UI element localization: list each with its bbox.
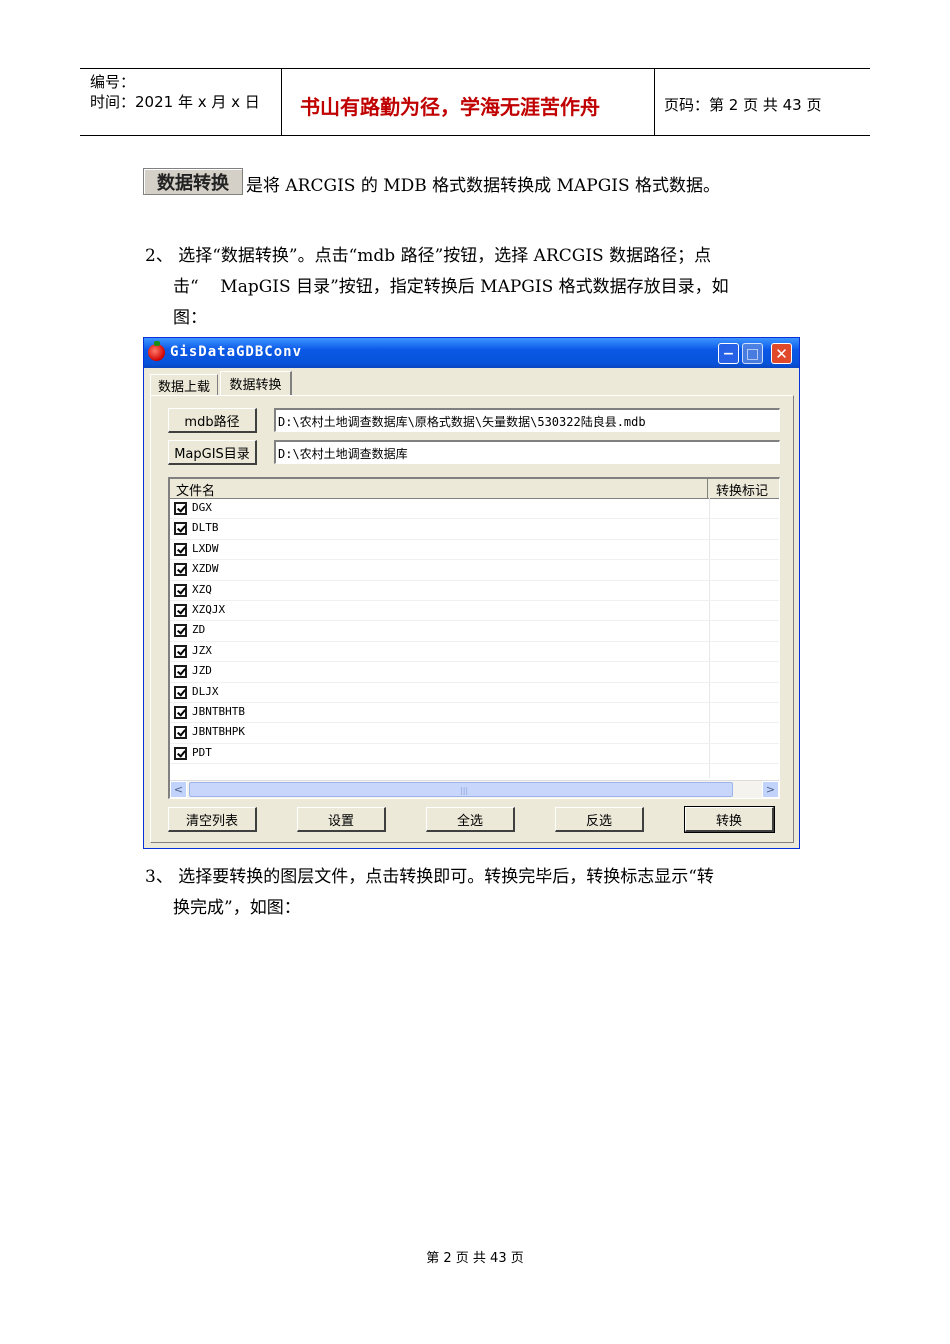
- minimize-icon: −: [722, 345, 735, 362]
- checkbox-checked-icon[interactable]: [174, 522, 187, 536]
- list-item[interactable]: JBNTBHPK: [170, 723, 779, 744]
- step2-line: 击“ MapGIS 目录”按钮，指定转换后 MAPGIS 格式数据存放目录，如: [173, 277, 729, 297]
- select-all-button[interactable]: 全选: [426, 807, 515, 832]
- list-item[interactable]: DLJX: [170, 683, 779, 703]
- list-item-filename: DGX: [192, 501, 212, 514]
- minimize-button[interactable]: −: [718, 343, 739, 364]
- list-item-filename: PDT: [192, 745, 212, 759]
- list-item-filename: JBNTBHPK: [192, 725, 245, 739]
- list-header: 文件名 转换标记: [170, 479, 779, 499]
- list-item[interactable]: XZQ: [170, 581, 779, 601]
- header-bottom-rule: [80, 135, 870, 136]
- header-time-label: 时间：2021 年 x 月 x 日: [90, 93, 260, 111]
- mdb-path-button[interactable]: mdb路径: [168, 408, 257, 433]
- mapgis-dir-button[interactable]: MapGIS目录: [168, 440, 257, 465]
- gisdata-window: GisDataGDBConv − □ ✕ 数据上载 数据转换 mdb路径 D:\…: [143, 337, 800, 849]
- list-item-filename: JZX: [192, 643, 212, 657]
- header-number-label: 编号：: [90, 73, 136, 91]
- checkbox-checked-icon[interactable]: [174, 746, 187, 760]
- maximize-icon: □: [745, 345, 760, 362]
- tomato-app-icon: [148, 341, 165, 361]
- list-item-filename: XZDW: [192, 562, 219, 576]
- header-top-rule: [80, 68, 870, 69]
- list-item-filename: DLTB: [192, 521, 219, 535]
- close-button[interactable]: ✕: [771, 343, 792, 364]
- scroll-left-arrow-icon[interactable]: <: [170, 781, 187, 798]
- scroll-right-arrow-icon[interactable]: >: [762, 781, 779, 798]
- column-header-flag[interactable]: 转换标记: [716, 480, 768, 499]
- checkbox-checked-icon[interactable]: [174, 563, 187, 577]
- tab-data-convert[interactable]: 数据转换: [220, 371, 292, 395]
- list-item-filename: JZD: [192, 664, 212, 678]
- horizontal-scrollbar[interactable]: < ||| >: [170, 780, 779, 798]
- convert-button-image: 数据转换: [143, 168, 243, 195]
- mdb-path-field[interactable]: D:\农村土地调查数据库\原格式数据\矢量数据\530322陆良县.mdb: [274, 408, 780, 432]
- checkbox-checked-icon[interactable]: [174, 706, 187, 719]
- checkbox-checked-icon[interactable]: [174, 665, 187, 679]
- step3-line: 3、 选择要转换的图层文件，点击转换即可。转换完毕后，转换标志显示“转: [145, 867, 714, 887]
- tab-data-upload[interactable]: 数据上载: [150, 374, 218, 396]
- list-item-filename: LXDW: [192, 541, 219, 555]
- list-item[interactable]: DGX: [170, 499, 779, 520]
- list-item[interactable]: ZD: [170, 621, 779, 642]
- intro-text: 是将 ARCGIS 的 MDB 格式数据转换成 MAPGIS 格式数据。: [246, 176, 721, 196]
- invert-selection-button[interactable]: 反选: [555, 807, 644, 832]
- header-motto: 书山有路勤为径，学海无涯苦作舟: [300, 95, 600, 119]
- convert-button[interactable]: 转换: [684, 806, 775, 833]
- list-item-filename: DLJX: [192, 684, 219, 698]
- checkbox-checked-icon[interactable]: [174, 604, 187, 617]
- step2-line: 图：: [173, 308, 207, 328]
- scrollbar-thumb[interactable]: |||: [189, 782, 733, 797]
- header-page-info: 页码：第 2 页 共 43 页: [664, 96, 822, 114]
- page-footer: 第 2 页 共 43 页: [426, 1251, 524, 1266]
- maximize-button[interactable]: □: [742, 343, 763, 364]
- list-item[interactable]: JZX: [170, 642, 779, 663]
- list-item[interactable]: PDT: [170, 744, 779, 765]
- checkbox-checked-icon[interactable]: [174, 542, 187, 556]
- header-divider: [654, 68, 655, 136]
- window-title: GisDataGDBConv: [170, 344, 303, 360]
- list-item-filename: XZQ: [192, 582, 212, 596]
- column-separator: [707, 479, 708, 498]
- checkbox-checked-icon[interactable]: [174, 726, 187, 740]
- window-titlebar[interactable]: GisDataGDBConv − □ ✕: [144, 338, 799, 368]
- settings-button[interactable]: 设置: [297, 807, 386, 832]
- checkbox-checked-icon[interactable]: [174, 685, 187, 699]
- column-header-filename[interactable]: 文件名: [176, 480, 215, 499]
- checkbox-checked-icon[interactable]: [174, 502, 187, 515]
- close-icon: ✕: [775, 344, 788, 363]
- list-item-filename: ZD: [192, 623, 206, 637]
- list-item[interactable]: JZD: [170, 662, 779, 683]
- list-item[interactable]: JBNTBHTB: [170, 703, 779, 724]
- list-item[interactable]: XZQJX: [170, 601, 779, 622]
- list-item[interactable]: LXDW: [170, 540, 779, 561]
- list-item-filename: XZQJX: [192, 603, 226, 616]
- checkbox-checked-icon[interactable]: [174, 624, 187, 638]
- clear-list-button[interactable]: 清空列表: [168, 807, 257, 832]
- scrollbar-grip-icon: |||: [460, 786, 469, 795]
- mapgis-dir-field[interactable]: D:\农村土地调查数据库: [274, 440, 780, 464]
- list-item[interactable]: XZDW: [170, 560, 779, 581]
- header-divider: [281, 68, 282, 136]
- checkbox-checked-icon[interactable]: [174, 583, 187, 597]
- file-list[interactable]: 文件名 转换标记 DGX DLTB LXDW XZDW XZQ XZQJX ZD JZX JZD…: [168, 477, 780, 799]
- list-item[interactable]: DLTB: [170, 519, 779, 540]
- list-item-filename: JBNTBHTB: [192, 705, 245, 718]
- step2-line: 2、 选择“数据转换”。点击“mdb 路径”按钮，选择 ARCGIS 数据路径；…: [145, 246, 712, 266]
- step3-line: 换完成”，如图：: [173, 898, 301, 918]
- checkbox-checked-icon[interactable]: [174, 644, 187, 658]
